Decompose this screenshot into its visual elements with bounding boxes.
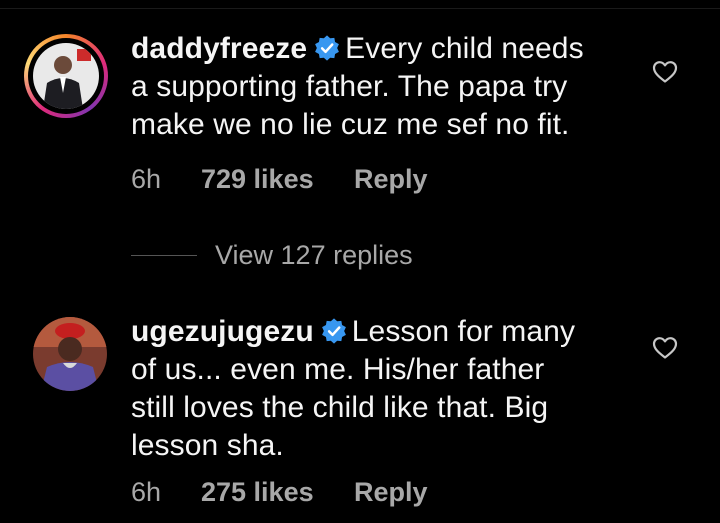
comment-body: ugezujugezu Lesson for many of us... even… <box>131 313 631 465</box>
top-divider <box>0 8 720 9</box>
comment-meta: 6h 729 likes Reply <box>131 164 428 195</box>
comment-text: make we no lie cuz me sef no fit. <box>131 108 570 141</box>
likes-count[interactable]: 729 likes <box>201 164 354 195</box>
view-replies-label: View 127 replies <box>215 239 413 270</box>
comment-meta: 6h 275 likes Reply <box>131 477 428 508</box>
avatar-image <box>33 317 107 391</box>
comment-text: Lesson for many <box>351 315 576 348</box>
username[interactable]: ugezujugezu <box>131 315 314 348</box>
replies-divider <box>131 254 197 256</box>
comment-text: a supporting father. The papa try <box>131 70 568 103</box>
avatar-image <box>33 43 99 109</box>
avatar[interactable] <box>33 317 107 391</box>
comment-text: still loves the child like that. Big <box>131 391 549 424</box>
comment-text: of us... even me. His/her father <box>131 353 545 386</box>
reply-button[interactable]: Reply <box>354 477 428 508</box>
verified-badge-icon <box>321 318 346 344</box>
avatar[interactable] <box>24 34 108 118</box>
view-replies-button[interactable]: View 127 replies <box>131 238 413 272</box>
reply-button[interactable]: Reply <box>354 164 428 195</box>
comment-text: Every child needs <box>345 32 584 65</box>
heart-outline-icon[interactable] <box>652 336 678 360</box>
username[interactable]: daddyfreeze <box>131 32 307 65</box>
timestamp: 6h <box>131 477 162 507</box>
comment-text: lesson sha. <box>131 429 284 462</box>
timestamp: 6h <box>131 164 162 194</box>
likes-count[interactable]: 275 likes <box>201 477 354 508</box>
heart-outline-icon[interactable] <box>652 60 678 84</box>
verified-badge-icon <box>315 35 340 61</box>
comment-body: daddyfreeze Every child needs a supportin… <box>131 30 631 144</box>
